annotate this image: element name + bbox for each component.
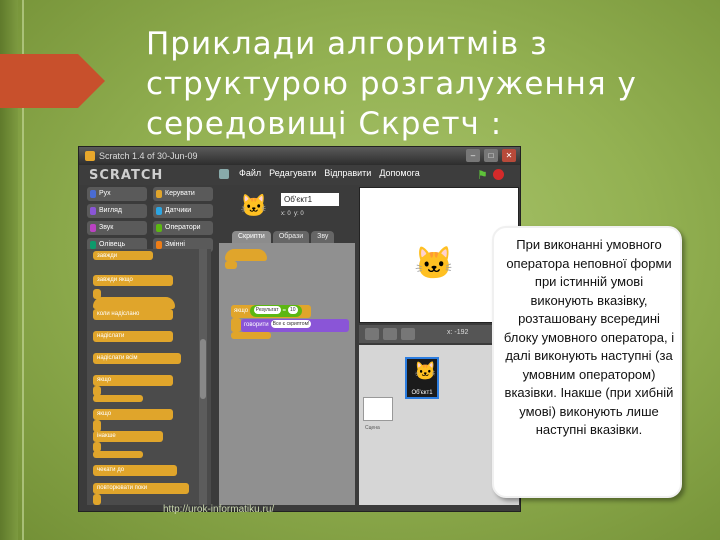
script-condition: Результат = 10 xyxy=(249,305,302,317)
script-say-text[interactable]: Все є скриптом! xyxy=(270,320,312,329)
sprite-tile-name: Об'єкт1 xyxy=(411,390,433,396)
scratch-window: Scratch 1.4 of 30-Jun-09 – □ ✕ SCRATCH Ф… xyxy=(78,146,521,512)
palette-block[interactable]: інакше xyxy=(93,431,163,442)
title-line-3-c: : xyxy=(479,106,503,142)
sprite-x: x: 0 xyxy=(281,211,291,217)
tab-sounds[interactable]: Зву xyxy=(311,231,335,243)
title-line-3-b: Скретч xyxy=(358,106,480,142)
minimize-button[interactable]: – xyxy=(466,149,480,162)
menu-edit[interactable]: Редагувати xyxy=(269,168,316,179)
palette-block[interactable]: коли надіслано xyxy=(93,309,173,320)
sprite-y: y: 0 xyxy=(294,211,304,217)
choose-sprite-button[interactable] xyxy=(383,328,397,340)
script-say-block[interactable]: говорити Все є скриптом! xyxy=(241,319,349,332)
scripts-area[interactable]: якщо Результат = 10 говорити Все є скриптом… xyxy=(219,243,355,505)
sprite-tile[interactable]: 🐱 Об'єкт1 xyxy=(405,357,439,399)
title-arrow-body xyxy=(0,54,78,108)
category-sound[interactable]: Звук xyxy=(87,221,147,235)
block-palette: завжди завжди якщо коли надіслано надісл… xyxy=(87,249,211,505)
title-line-3: середовищі Скретч : xyxy=(146,104,686,144)
palette-block[interactable]: якщо xyxy=(93,375,173,386)
app-icon xyxy=(85,151,95,161)
random-sprite-button[interactable] xyxy=(401,328,415,340)
stop-icon[interactable] xyxy=(493,169,504,180)
sprite-coords: x: 0 y: 0 xyxy=(281,211,304,217)
menubar: SCRATCH Файл Редагувати Відправити Допом… xyxy=(79,165,520,185)
sprite-cat-icon: 🐱 xyxy=(240,193,268,218)
script-if-block[interactable]: якщо Результат = 10 xyxy=(231,305,311,318)
script-if-arm xyxy=(231,318,241,332)
category-operators[interactable]: Оператори xyxy=(153,221,213,235)
maximize-button[interactable]: □ xyxy=(484,149,498,162)
palette-block[interactable]: повторювати поки xyxy=(93,483,189,494)
palette-block[interactable]: надіслати xyxy=(93,331,173,342)
green-flag-icon[interactable]: ⚑ xyxy=(477,169,489,181)
script-say-label: говорити xyxy=(244,322,269,328)
category-buttons: Рух Керувати Вигляд Датчики Звук Операто… xyxy=(87,187,217,252)
palette-hat-block[interactable] xyxy=(93,297,175,309)
explanation-callout: При виконанні умовного оператора неповно… xyxy=(492,226,682,498)
sprite-tile-cat-icon: 🐱 xyxy=(414,361,437,381)
stage-thumbnail[interactable] xyxy=(363,397,393,421)
title-line-2: структурою розгалуження у xyxy=(146,66,637,102)
palette-block[interactable]: завжди xyxy=(93,251,153,260)
script-hat-block[interactable] xyxy=(225,249,267,261)
palette-block[interactable]: чекати до xyxy=(93,465,177,476)
script-hat-foot xyxy=(225,261,237,269)
condition-op: = xyxy=(282,308,287,314)
title-line-3-a: середовищі xyxy=(146,106,359,142)
scratch-logo: SCRATCH xyxy=(89,168,164,183)
sprite-tabs: Скрипти Образи Зву xyxy=(232,231,335,243)
palette-block-foot xyxy=(93,395,143,402)
window-controls: – □ ✕ xyxy=(466,149,516,162)
category-motion[interactable]: Рух xyxy=(87,187,147,201)
source-url[interactable]: http://urok-informatiku.ru/ xyxy=(163,504,274,515)
mouse-coords: x: -192 xyxy=(447,329,469,336)
category-control[interactable]: Керувати xyxy=(153,187,213,201)
script-if-foot xyxy=(231,332,271,339)
condition-left[interactable]: Результат xyxy=(253,306,281,315)
paint-sprite-button[interactable] xyxy=(365,328,379,340)
condition-right[interactable]: 10 xyxy=(288,306,298,315)
category-looks[interactable]: Вигляд xyxy=(87,204,147,218)
window-title: Scratch 1.4 of 30-Jun-09 xyxy=(99,151,198,161)
palette-block[interactable]: надіслати всім xyxy=(93,353,181,364)
menu-help[interactable]: Допомога xyxy=(379,168,419,179)
tab-costumes[interactable]: Образи xyxy=(272,231,310,243)
stage-cat-sprite[interactable]: 🐱 xyxy=(414,244,454,282)
globe-icon[interactable] xyxy=(219,168,231,179)
slide-title: Приклади алгоритмів з структурою розгалу… xyxy=(146,24,686,144)
stage-thumbnail-label: Сцена xyxy=(365,425,380,431)
title-arrow-tip xyxy=(78,54,105,108)
script-if-label: якщо xyxy=(234,308,249,314)
palette-block[interactable]: завжди якщо xyxy=(93,275,173,286)
palette-block-arm xyxy=(93,494,101,505)
palette-block[interactable]: якщо xyxy=(93,409,173,420)
close-button[interactable]: ✕ xyxy=(502,149,516,162)
sprite-info: 🐱 Об'єкт1 x: 0 y: 0 xyxy=(219,187,359,231)
window-titlebar[interactable]: Scratch 1.4 of 30-Jun-09 – □ ✕ xyxy=(79,147,520,165)
main-menu: Файл Редагувати Відправити Допомога xyxy=(219,168,420,179)
palette-block-foot xyxy=(93,451,143,458)
menu-file[interactable]: Файл xyxy=(239,168,261,179)
menu-share[interactable]: Відправити xyxy=(324,168,371,179)
scrollbar-thumb[interactable] xyxy=(200,339,206,399)
tab-scripts[interactable]: Скрипти xyxy=(232,231,271,243)
category-sensing[interactable]: Датчики xyxy=(153,204,213,218)
callout-text: При виконанні умовного оператора неповно… xyxy=(503,237,675,437)
sprite-name-field[interactable]: Об'єкт1 xyxy=(281,193,339,206)
palette-scrollbar[interactable] xyxy=(199,249,207,505)
title-line-1: Приклади алгоритмів з xyxy=(146,26,548,62)
